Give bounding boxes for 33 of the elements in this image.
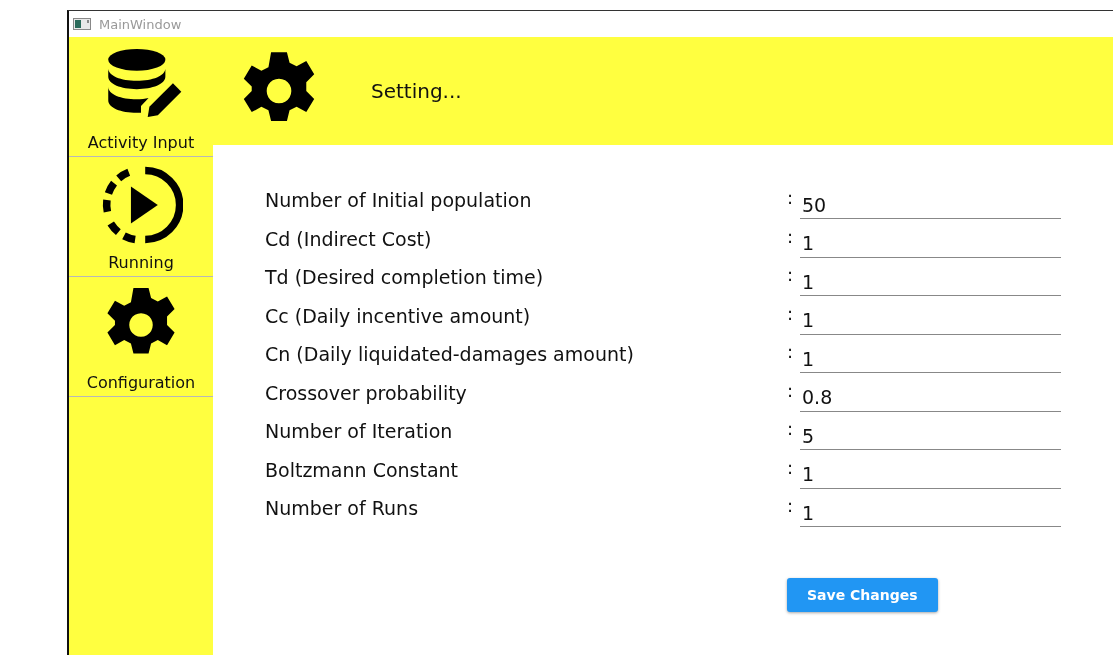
sidebar-label: Activity Input [87,133,195,152]
field-label: Boltzmann Constant [265,457,460,481]
input-field[interactable]: 1 [800,223,1061,258]
input-field[interactable]: 1 [800,454,1061,489]
colon: : [787,417,795,439]
sidebar-label: Running [108,253,174,272]
colon: : [787,494,795,516]
input-field[interactable]: 5 [800,416,1061,450]
colon: : [787,301,795,324]
input-field[interactable]: 1 [800,262,1061,296]
field-label: Number of Initial population [265,188,533,211]
input-field[interactable]: 1 [800,339,1061,373]
colon: : [787,378,795,401]
field-label: Number of Runs [265,496,420,519]
app-icon [73,18,91,30]
window-title: MainWindow [99,16,182,32]
field-label: Cn (Daily liquidated-damages amount) [265,342,635,365]
field-label: Cc (Daily incentive amount) [265,303,532,327]
colon: : [787,224,795,247]
colon: : [787,263,795,285]
sidebar-label: Configuration [86,373,196,392]
colon: : [787,186,795,208]
colon: : [787,340,795,362]
colon: : [787,455,795,478]
field-label: Crossover probability [265,380,468,404]
field-label: Td (Desired completion time) [265,265,545,288]
field-label: Number of Iteration [265,419,454,442]
field-label: Cd (Indirect Cost) [265,226,433,250]
input-field[interactable]: 50 [800,185,1061,219]
header-title: Setting... [371,79,462,103]
input-field[interactable]: 1 [800,493,1061,527]
input-field[interactable]: 0.8 [800,377,1061,412]
input-field[interactable]: 1 [800,300,1061,335]
